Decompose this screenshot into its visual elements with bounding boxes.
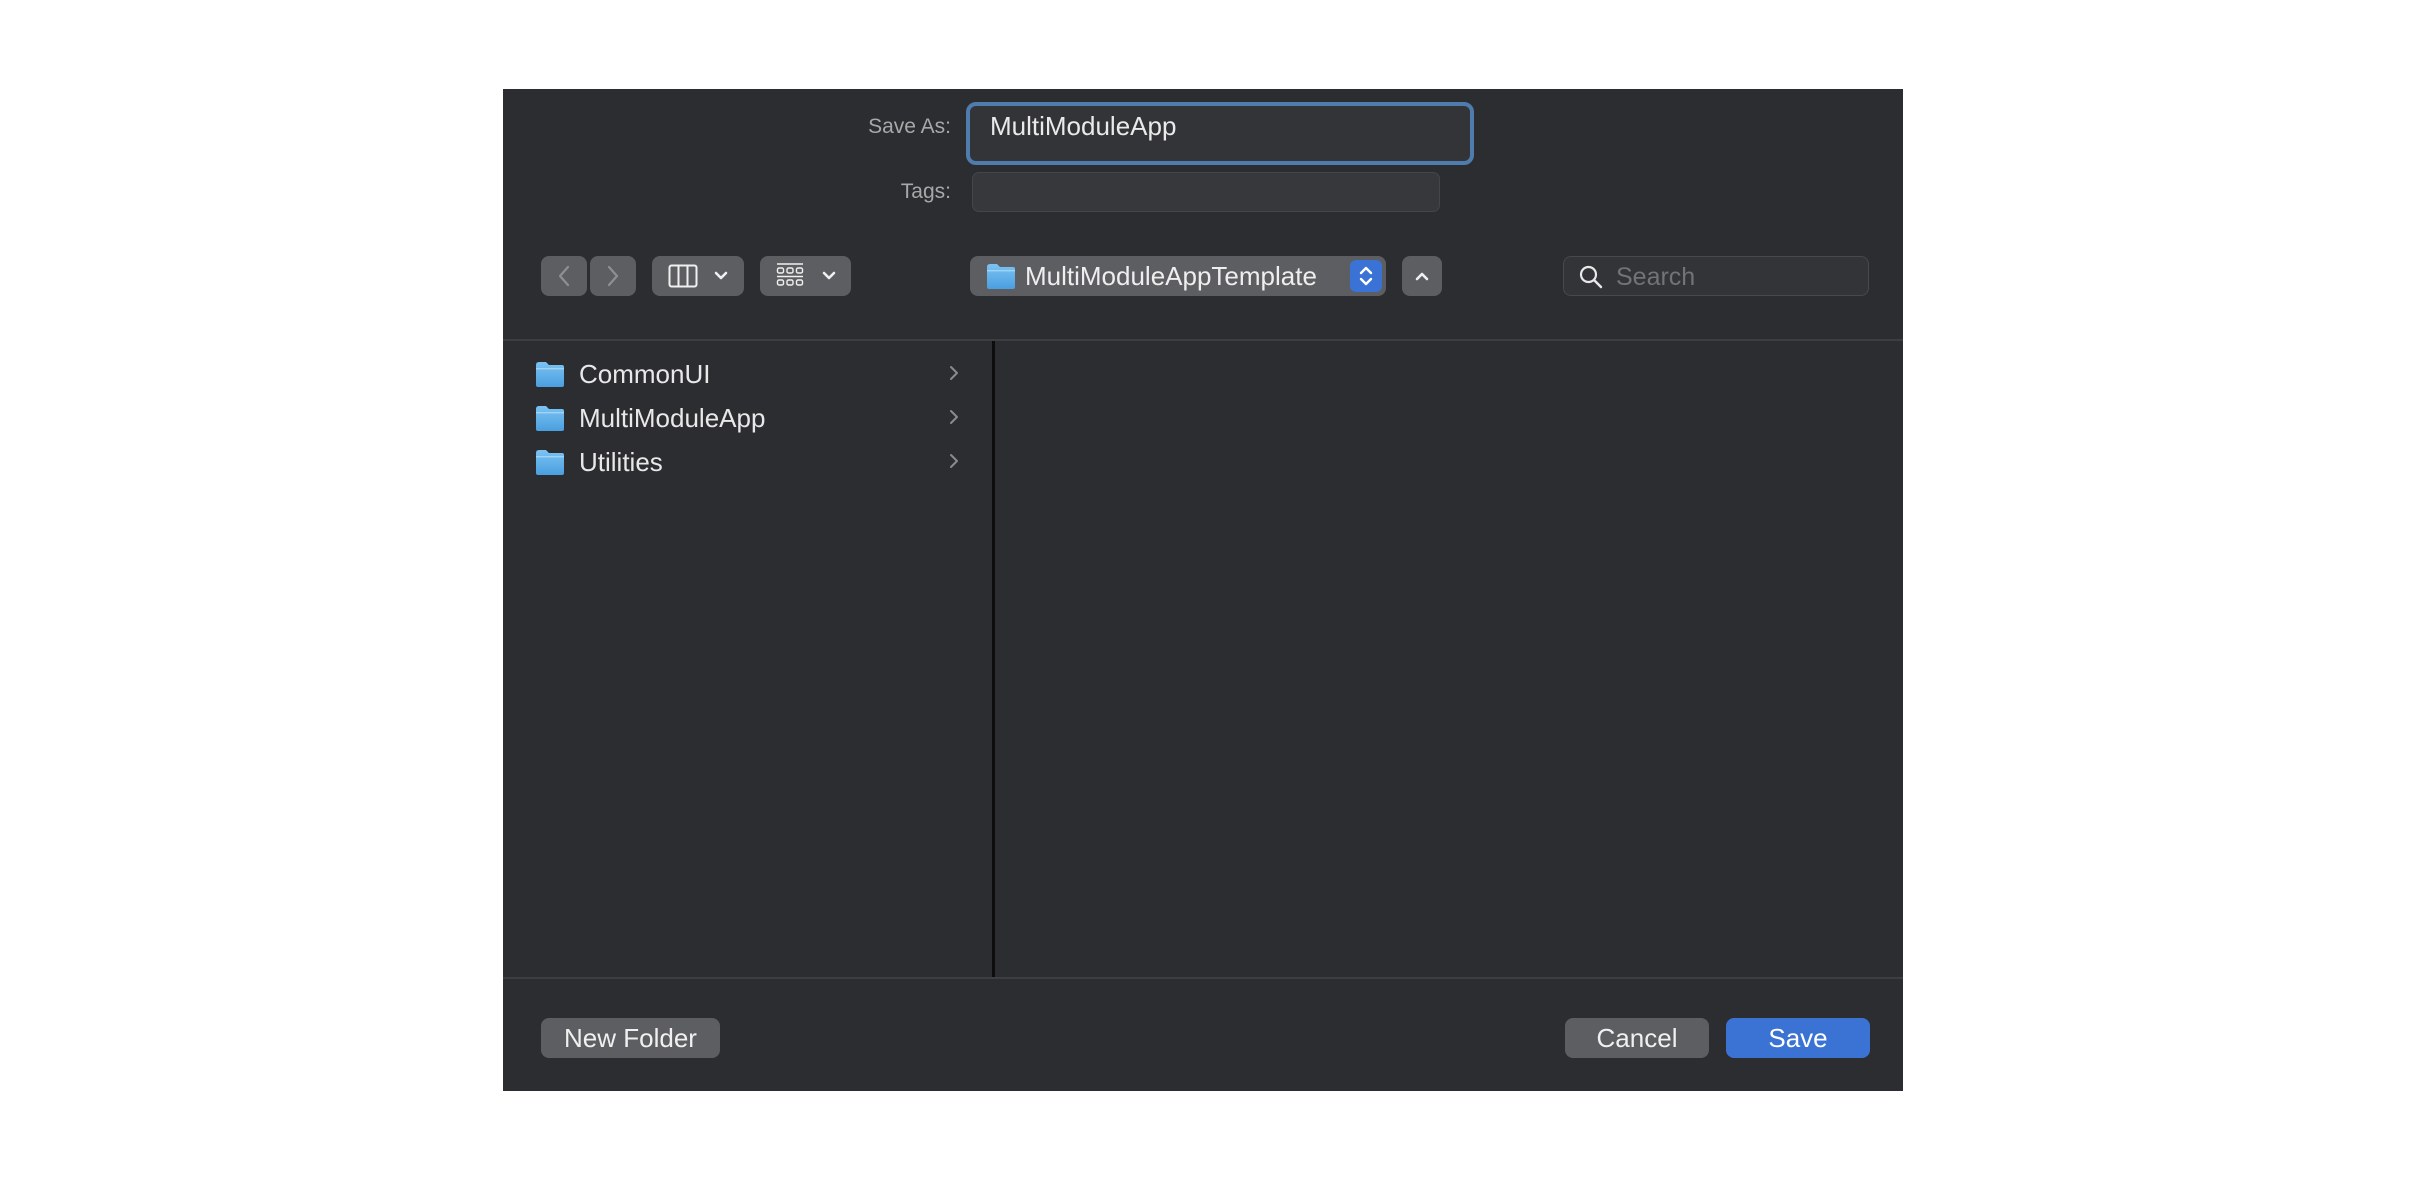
- list-item[interactable]: CommonUI: [503, 352, 992, 396]
- chevron-down-icon: [714, 271, 728, 280]
- column-view-icon: [668, 264, 698, 288]
- view-mode-button[interactable]: [652, 256, 744, 296]
- chevron-right-icon: [950, 454, 958, 468]
- save-as-label: Save As:: [868, 115, 951, 138]
- folder-name: Utilities: [579, 446, 663, 477]
- group-button[interactable]: [760, 256, 851, 296]
- chevron-right-icon: [950, 410, 958, 424]
- forward-button[interactable]: [590, 256, 636, 296]
- group-grid-icon: [776, 263, 803, 286]
- folder-icon: [536, 361, 564, 387]
- cancel-button[interactable]: Cancel: [1565, 1018, 1709, 1058]
- tags-input[interactable]: [972, 172, 1440, 212]
- search-field[interactable]: Search: [1563, 256, 1869, 296]
- save-dialog: Save As: MultiModuleApp Tags: MultiModul…: [503, 89, 1903, 1091]
- footer-divider: [503, 977, 1903, 979]
- folder-icon: [536, 449, 564, 475]
- location-popup[interactable]: MultiModuleAppTemplate: [970, 256, 1386, 296]
- list-item[interactable]: MultiModuleApp: [503, 396, 992, 440]
- browser-column-1: CommonUI MultiModuleApp Utilities: [503, 341, 992, 977]
- tags-label: Tags:: [900, 180, 951, 203]
- chevron-right-icon: [950, 366, 958, 380]
- folder-icon: [536, 405, 564, 431]
- search-icon: [1579, 265, 1603, 289]
- new-folder-button[interactable]: New Folder: [541, 1018, 720, 1058]
- chevron-up-icon: [1415, 272, 1429, 281]
- search-placeholder: Search: [1616, 263, 1696, 291]
- folder-name: CommonUI: [579, 358, 711, 389]
- expand-collapse-button[interactable]: [1402, 256, 1442, 296]
- up-down-chevron-icon: [1359, 266, 1373, 286]
- chevron-down-icon: [822, 271, 835, 280]
- save-button[interactable]: Save: [1726, 1018, 1870, 1058]
- location-label: MultiModuleAppTemplate: [1025, 261, 1317, 291]
- save-as-input[interactable]: MultiModuleApp: [966, 102, 1474, 165]
- location-stepper[interactable]: [1350, 260, 1382, 292]
- browser-column-2: [995, 341, 1903, 977]
- list-item[interactable]: Utilities: [503, 440, 992, 484]
- folder-icon: [987, 264, 1015, 289]
- back-button[interactable]: [541, 256, 587, 296]
- chevron-right-icon: [607, 265, 619, 287]
- chevron-left-icon: [558, 265, 570, 287]
- folder-name: MultiModuleApp: [579, 402, 766, 433]
